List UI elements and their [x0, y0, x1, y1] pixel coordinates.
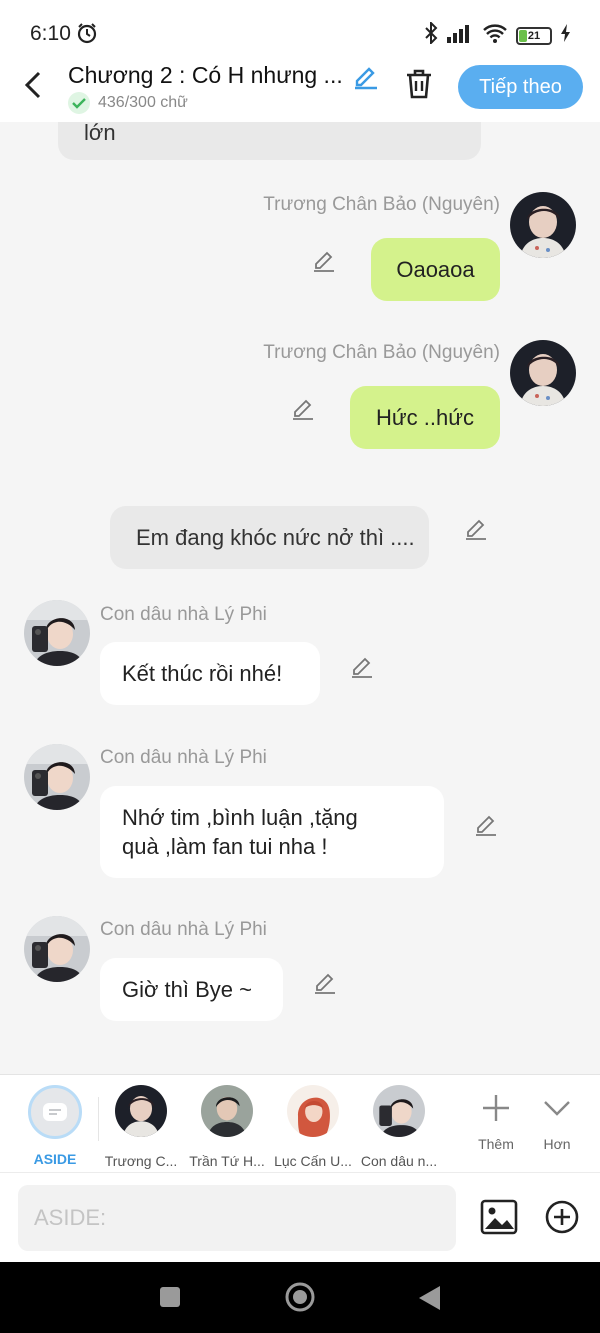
battery-level: 21: [527, 29, 541, 42]
message-bubble-self[interactable]: Hức ..hức: [350, 386, 500, 449]
add-label: Thêm: [478, 1136, 514, 1152]
battery-icon: 21: [516, 26, 552, 45]
home-icon[interactable]: [284, 1281, 316, 1318]
edit-message-icon[interactable]: [350, 654, 374, 683]
alarm-icon: [76, 22, 98, 49]
sender-name: Trương Chân Bảo (Nguyên): [263, 342, 500, 363]
character-bar: ASIDE Trương C... Trần Tứ H... Lục Cấn U…: [0, 1074, 600, 1172]
back-nav-icon[interactable]: [416, 1284, 442, 1317]
message-bubble-other[interactable]: Kết thúc rồi nhé!: [100, 642, 320, 705]
message-bubble-narration[interactable]: lớn: [58, 122, 481, 160]
chapter-title: Chương 2 : Có H nhưng ...: [68, 62, 343, 88]
word-count-label: 436/300 chữ: [98, 94, 188, 111]
sender-name: Con dâu nhà Lý Phi: [100, 747, 267, 768]
avatar: [373, 1085, 425, 1137]
message-text: Hức ..hức: [376, 404, 474, 430]
chevron-down-icon: [542, 1101, 572, 1127]
signal-icon: [446, 23, 474, 48]
avatar-con-dau-nha-ly-phi[interactable]: [24, 744, 90, 810]
edit-title-icon[interactable]: [352, 62, 380, 95]
message-bubble-self[interactable]: Oaoaoa: [371, 238, 500, 301]
character-aside[interactable]: ASIDE: [12, 1085, 98, 1167]
add-character-button[interactable]: Thêm: [466, 1093, 526, 1152]
edit-message-icon[interactable]: [464, 516, 488, 545]
edit-message-icon[interactable]: [291, 396, 315, 425]
character-label: Trần Tứ H...: [189, 1153, 265, 1169]
avatar: [287, 1085, 339, 1137]
word-count: 436/300 chữ: [68, 92, 188, 114]
character-con-dau-nha-ly-phi[interactable]: Con dâu n...: [356, 1085, 442, 1169]
avatar-con-dau-nha-ly-phi[interactable]: [24, 600, 90, 666]
character-label: Lục Cấn U...: [274, 1153, 352, 1169]
image-icon[interactable]: [480, 1199, 518, 1240]
aside-icon: [28, 1085, 82, 1139]
next-button[interactable]: Tiếp theo: [458, 65, 583, 109]
message-text: Kết thúc rồi nhé!: [122, 660, 283, 686]
sender-name: Trương Chân Bảo (Nguyên): [263, 194, 500, 215]
check-icon: [68, 92, 90, 114]
add-circle-icon[interactable]: [544, 1199, 580, 1240]
sender-name: Con dâu nhà Lý Phi: [100, 919, 267, 940]
message-text: Em đang khóc nức nở thì ....: [136, 524, 415, 550]
avatar-con-dau-nha-ly-phi[interactable]: [24, 916, 90, 982]
avatar-truong-chan-bao[interactable]: [510, 192, 576, 258]
composer-bar: [0, 1172, 600, 1262]
chapter-header: Chương 2 : Có H nhưng ... 436/300 chữ Ti…: [0, 52, 600, 122]
avatar: [201, 1085, 253, 1137]
more-button[interactable]: Hơn: [527, 1093, 587, 1152]
wifi-icon: [482, 23, 508, 48]
plus-icon: [481, 1095, 511, 1127]
system-nav-bar: [0, 1262, 600, 1333]
edit-message-icon[interactable]: [474, 812, 498, 841]
edit-message-icon[interactable]: [312, 248, 336, 277]
character-label: Trương C...: [104, 1153, 178, 1169]
back-icon[interactable]: [22, 70, 46, 105]
character-tran-tu-h[interactable]: Trần Tứ H...: [184, 1085, 270, 1169]
character-label: Con dâu n...: [360, 1153, 438, 1169]
character-luc-can-u[interactable]: Lục Cấn U...: [270, 1085, 356, 1169]
message-text-line: quà ,làm fan tui nha !: [122, 834, 328, 859]
message-bubble-narration[interactable]: Em đang khóc nức nở thì ....: [110, 506, 429, 569]
trash-icon[interactable]: [404, 68, 434, 105]
chat-area[interactable]: lớn Trương Chân Bảo (Nguyên) Oaoaoa Trươ…: [0, 122, 600, 1074]
message-bubble-other[interactable]: Giờ thì Bye ~: [100, 958, 283, 1021]
character-label: ASIDE: [33, 1151, 77, 1167]
avatar: [115, 1085, 167, 1137]
message-text-line: Nhớ tim ,bình luận ,tặng: [122, 805, 358, 830]
more-label: Hơn: [543, 1136, 571, 1152]
avatar-truong-chan-bao[interactable]: [510, 340, 576, 406]
character-truong-chan-bao[interactable]: Trương C...: [98, 1085, 184, 1169]
edit-message-icon[interactable]: [313, 970, 337, 999]
bluetooth-icon: [424, 20, 438, 49]
message-text: Giờ thì Bye ~: [122, 976, 252, 1002]
recent-apps-icon[interactable]: [158, 1285, 182, 1314]
sender-name: Con dâu nhà Lý Phi: [100, 604, 267, 625]
charging-icon: [560, 23, 572, 48]
message-text: lớn: [84, 122, 116, 145]
status-time: 6:10: [30, 22, 71, 45]
message-input[interactable]: [18, 1185, 456, 1251]
message-text: Oaoaoa: [396, 256, 475, 282]
message-bubble-other[interactable]: Nhớ tim ,bình luận ,tặng quà ,làm fan tu…: [100, 786, 444, 878]
